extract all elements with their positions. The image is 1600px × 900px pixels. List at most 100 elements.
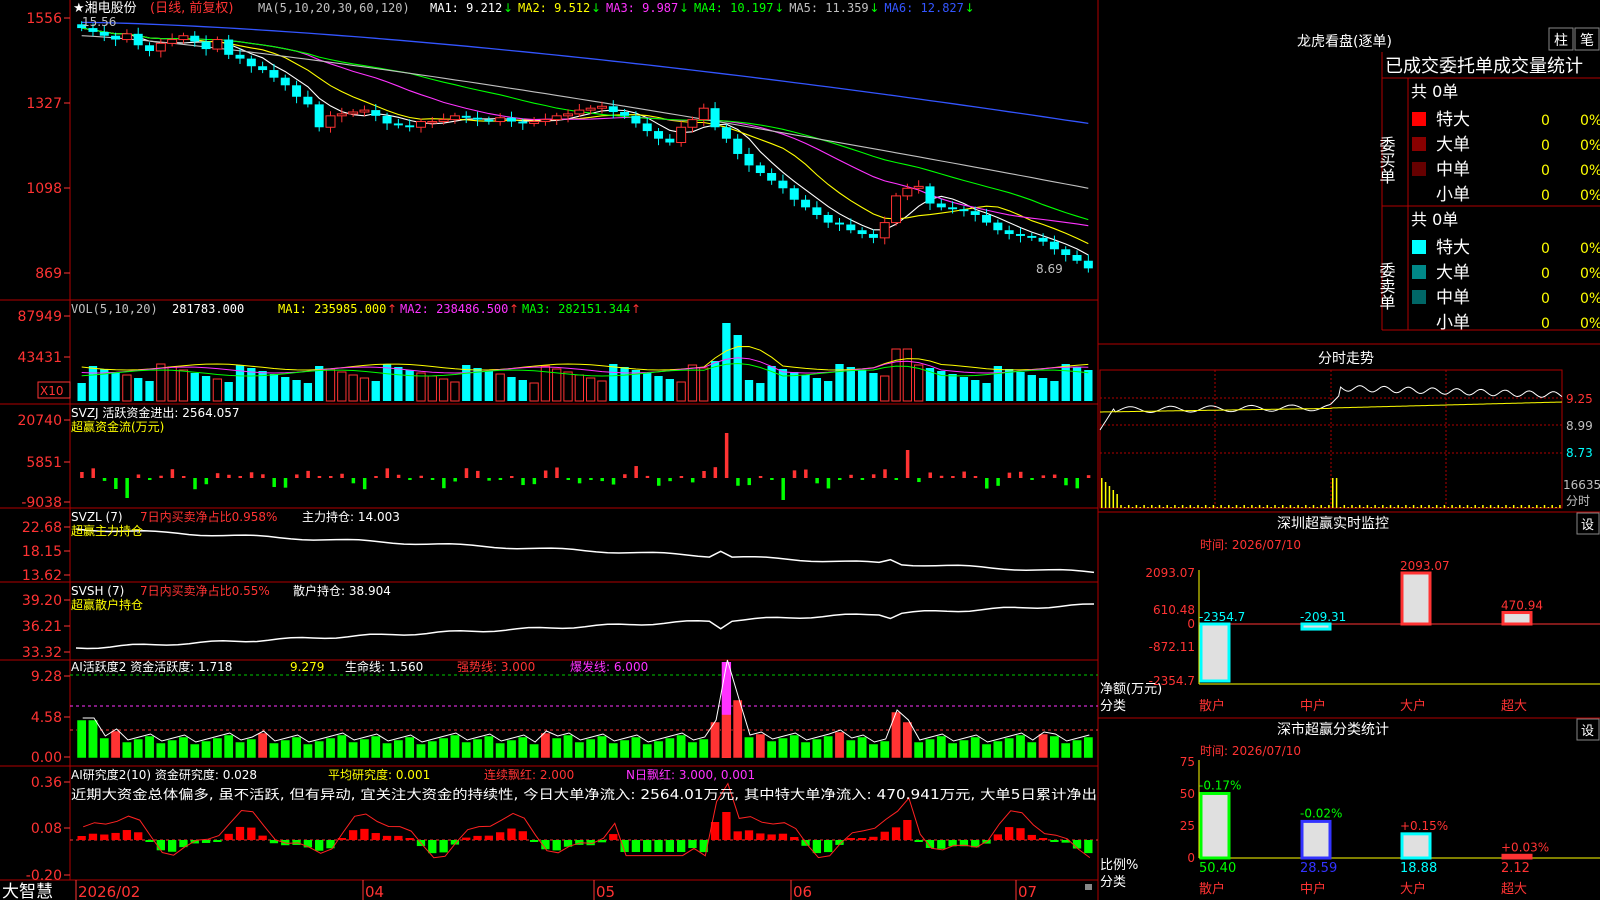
intraday-volume-bar — [1428, 505, 1430, 508]
longhu-title: 龙虎看盘(逐单) — [1297, 33, 1392, 50]
order-row-pct: 0% — [1580, 291, 1600, 307]
research-bar — [213, 840, 222, 842]
research-bar — [688, 840, 697, 849]
svzj-bar — [928, 472, 932, 478]
candle-body — [269, 70, 279, 78]
volume-bar — [846, 367, 855, 401]
ai-active-bar — [144, 735, 155, 759]
svzj-bar — [555, 467, 559, 478]
sz-class-bar — [1501, 853, 1533, 860]
candle-body — [506, 117, 516, 122]
y-tick-label: 20740 — [17, 413, 62, 429]
research-bar — [1016, 828, 1025, 840]
order-color-swatch — [1412, 290, 1426, 304]
ma-legend-value: MA1: 9.212 — [430, 1, 502, 15]
ai-active-bar — [223, 734, 234, 759]
intraday-volume-bar — [1489, 505, 1492, 508]
svzj-bar — [973, 476, 978, 478]
intraday-volume-bar — [1509, 507, 1511, 508]
svzj-bar — [362, 478, 367, 490]
svzj-bar — [1030, 478, 1034, 480]
order-color-swatch — [1412, 137, 1426, 151]
intraday-volume-bar — [1262, 507, 1265, 508]
svzj-bar — [1041, 475, 1046, 478]
volume-bar — [134, 378, 143, 401]
ai-active-bar — [291, 736, 302, 759]
ai-active-bar — [416, 743, 426, 759]
order-row-count: 0 — [1541, 266, 1550, 282]
ai-active-bar — [1060, 742, 1071, 759]
svzj-bar — [905, 450, 910, 478]
ai-active-bar — [76, 719, 87, 759]
order-row-label: 大单 — [1436, 135, 1470, 155]
sz-monitor-settings-label: 设 — [1581, 518, 1594, 533]
candle-body — [936, 203, 946, 208]
ai-active-bar — [325, 737, 336, 759]
ai-active-life: 生命线: 1.560 — [345, 659, 423, 674]
volume-bar — [902, 348, 913, 402]
tick-button-label: 笔 — [1580, 33, 1594, 49]
svzj-bar — [838, 478, 842, 480]
sz-class-y-tick: 25 — [1180, 819, 1195, 833]
svzj-bar — [566, 478, 571, 480]
ai-active-bar — [845, 739, 856, 759]
ai-active-bar — [427, 740, 438, 759]
intraday-volume-bar — [1474, 505, 1476, 508]
intraday-volume-bar — [1181, 505, 1184, 508]
lock-icon[interactable] — [1085, 884, 1092, 890]
intraday-volume-bar — [1116, 494, 1118, 508]
ai-active-bar — [189, 743, 200, 759]
intraday-volume-bar — [1174, 505, 1176, 508]
ai-active-bar — [630, 736, 641, 759]
research-bar — [394, 835, 403, 840]
research-bar — [824, 840, 833, 853]
intraday-volume-bar — [1258, 505, 1261, 508]
ai-active-bar — [155, 742, 166, 759]
research-bar — [609, 834, 618, 840]
volume-bar — [359, 377, 370, 402]
ai-active-bar — [336, 734, 347, 759]
volume-bar — [563, 371, 573, 402]
volume-bar — [371, 381, 380, 401]
up-arrow-icon: ↑ — [387, 302, 397, 316]
stock-title: ★湘电股份 — [73, 1, 137, 16]
svzj-bar — [340, 473, 344, 478]
intraday-volume-bar — [1409, 507, 1411, 508]
volume-bar — [292, 380, 301, 401]
volume-bar — [315, 366, 324, 401]
volume-bar — [427, 375, 437, 402]
intraday-vol-top: 16635 — [1563, 478, 1600, 492]
volume-bar — [167, 366, 177, 402]
ai-active-bar — [925, 738, 935, 759]
volume-bar — [722, 323, 731, 401]
ai-active-bar — [450, 734, 460, 759]
research-bar — [1005, 827, 1014, 840]
ai-active-bar — [393, 739, 404, 759]
intraday-volume-bar — [1104, 482, 1107, 508]
svzj-label: SVZJ 活跃资金进出: 2564.057 — [71, 405, 240, 420]
candle-body — [371, 110, 381, 116]
svzj-bar — [1086, 475, 1091, 478]
sz-monitor-bar — [1400, 571, 1432, 626]
svzj-bar — [690, 478, 695, 483]
candle-body — [484, 119, 494, 122]
volume-bar — [145, 381, 154, 401]
volume-bar — [303, 383, 313, 401]
intraday-volume-bar — [1516, 507, 1519, 508]
candle-body — [393, 123, 403, 126]
intraday-volume-bar — [1239, 507, 1242, 508]
sz-class-title: 深市超赢分类统计 — [1277, 721, 1389, 738]
svzj-bar — [464, 468, 469, 478]
svzl-subtitle: 超赢主力持仓 — [71, 523, 143, 538]
ma-legend-value: MA4: 10.197 — [694, 1, 773, 15]
intraday-volume-bar — [1270, 507, 1272, 508]
volume-bar — [574, 374, 585, 402]
volume-bar — [552, 368, 562, 402]
research-bar — [496, 832, 505, 840]
intraday-volume-bar — [1316, 507, 1319, 508]
order-row-pct: 0% — [1580, 241, 1600, 257]
intraday-volume-bar — [1543, 505, 1546, 508]
trading-terminal: 1556 1327 1098 869 ★湘电股份 (日线, 前复权) MA(5,10,… — [0, 0, 1600, 900]
intraday-volume-bar — [1204, 505, 1207, 508]
candle-body — [121, 33, 132, 41]
